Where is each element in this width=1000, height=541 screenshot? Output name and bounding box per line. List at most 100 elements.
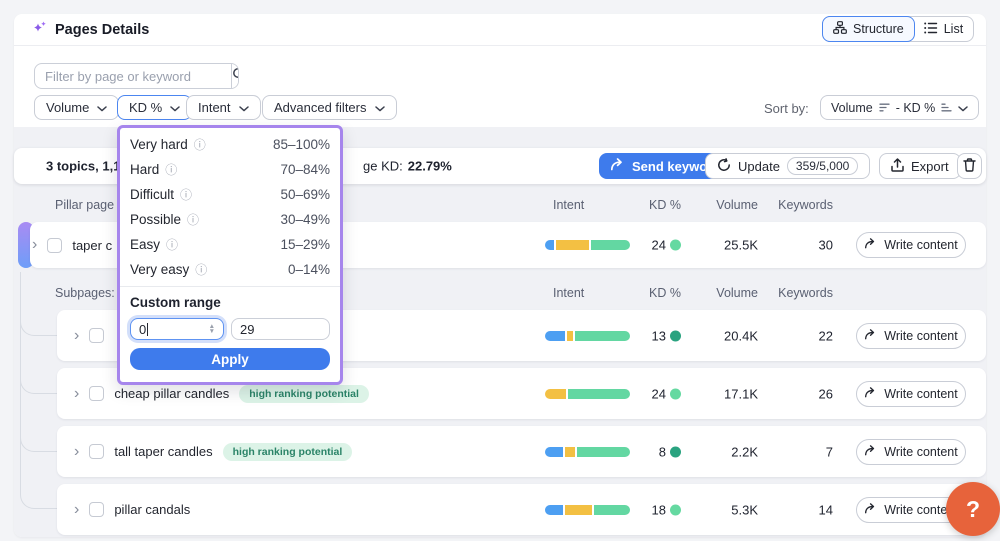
kd-filter-button[interactable]: KD % (117, 95, 193, 120)
chevron-right-icon[interactable]: › (74, 443, 79, 460)
kd-value: 8 (658, 444, 666, 459)
kd-max-input[interactable]: 29 (231, 318, 330, 340)
export-button[interactable]: Export (879, 153, 961, 179)
keywords-column-header: Keywords (778, 198, 833, 212)
subpage-row-title: pillar candals (114, 502, 191, 517)
update-quota-badge: 359/5,000 (786, 157, 859, 175)
keywords-value: 22 (818, 328, 833, 343)
intent-bar (545, 446, 630, 457)
search-button[interactable] (231, 64, 238, 88)
search-input[interactable] (35, 64, 231, 88)
custom-range-label: Custom range (130, 295, 221, 310)
page-title-text: Pages Details (55, 22, 150, 38)
chevron-right-icon[interactable]: › (74, 501, 79, 518)
view-toggle: Structure List (822, 16, 975, 42)
intent-bar (545, 388, 630, 399)
kd-option-hard[interactable]: Hard ⓘ 70–84% (130, 157, 330, 182)
chevron-down-icon (374, 100, 385, 115)
intent-bar (545, 330, 630, 341)
subpages-label: Subpages: (55, 286, 115, 300)
subpage-row: › pillar candals 18 5.3K 14 Write conten… (0, 484, 1000, 535)
chevron-right-icon[interactable]: › (32, 237, 37, 253)
question-mark-icon: ? (965, 495, 981, 522)
page-title: Pages Details (32, 20, 149, 40)
volume-value: 17.1K (724, 386, 758, 401)
keywords-column-header: Keywords (778, 286, 833, 300)
row-checkbox[interactable] (89, 386, 105, 401)
kd-column-header: KD % (649, 198, 681, 212)
volume-filter-label: Volume (46, 100, 90, 115)
keywords-value: 30 (818, 237, 833, 253)
intent-column-header: Intent (553, 198, 585, 212)
kd-dot (670, 330, 681, 341)
kd-option-very-hard[interactable]: Very hard ⓘ 85–100% (130, 132, 330, 157)
list-view-button[interactable]: List (914, 17, 973, 41)
update-button[interactable]: Update 359/5,000 (705, 153, 871, 179)
kd-dot (670, 388, 681, 399)
row-checkbox[interactable] (47, 237, 63, 253)
write-content-button[interactable]: Write content (856, 322, 966, 349)
advanced-filters-button[interactable]: Advanced filters (262, 95, 397, 120)
info-icon: ⓘ (165, 163, 178, 177)
kd-option-label: Hard (130, 162, 160, 177)
info-icon: ⓘ (195, 263, 208, 277)
info-icon: ⓘ (187, 213, 200, 227)
sort-lines-icon (879, 101, 890, 115)
kd-column-header: KD % (649, 286, 681, 300)
kd-filter-dropdown-panel: Very hard ⓘ 85–100% Hard ⓘ 70–84% Difficul… (117, 125, 343, 385)
write-content-label: Write content (884, 328, 958, 343)
row-checkbox[interactable] (89, 502, 105, 517)
curved-arrow-icon (864, 328, 877, 343)
upload-icon (891, 157, 904, 175)
row-checkbox[interactable] (89, 444, 105, 459)
kd-option-range: 85–100% (272, 137, 330, 152)
sort-by-label: Sort by: (764, 101, 809, 116)
intent-filter-label: Intent (198, 100, 231, 115)
average-kd: ge KD: 22.79% (363, 159, 452, 174)
intent-bar (545, 504, 630, 515)
kd-value: 18 (651, 502, 666, 517)
kd-value: 24 (651, 386, 666, 401)
kd-option-difficult[interactable]: Difficult ⓘ 50–69% (130, 182, 330, 207)
subpage-row-card[interactable] (57, 484, 986, 535)
kd-min-input[interactable]: 0 ▲ ▼ (130, 318, 224, 340)
kd-option-range: 15–29% (280, 237, 330, 252)
export-label: Export (911, 158, 949, 174)
delete-button[interactable] (957, 153, 982, 179)
sort-field-2: - KD % (895, 100, 936, 115)
sort-field-1: Volume (831, 100, 873, 115)
volume-filter-button[interactable]: Volume (34, 95, 120, 120)
help-button[interactable]: ? (946, 482, 1000, 536)
chevron-right-icon[interactable]: › (74, 385, 79, 402)
write-content-button[interactable]: Write content (856, 232, 966, 258)
row-checkbox[interactable] (89, 328, 105, 343)
chevron-down-icon (958, 101, 969, 115)
number-stepper[interactable]: ▲ ▼ (209, 323, 215, 335)
volume-value: 20.4K (724, 328, 758, 343)
kd-max-value: 29 (240, 321, 255, 337)
kd-option-range: 70–84% (280, 162, 330, 177)
kd-min-value: 0 (139, 321, 147, 337)
curved-arrow-icon (864, 444, 877, 459)
average-kd-value: 22.79% (407, 158, 452, 174)
write-content-button[interactable]: Write content (856, 438, 966, 465)
ranking-potential-badge: high ranking potential (222, 442, 353, 461)
intent-filter-button[interactable]: Intent (186, 95, 261, 120)
sort-by-dropdown[interactable]: Volume - KD % (820, 95, 980, 120)
kd-option-range: 0–14% (287, 262, 330, 277)
update-label: Update (738, 158, 780, 174)
kd-value: 24 (651, 237, 666, 253)
intent-bar (545, 240, 630, 250)
pages-details-screen: Pages Details Structure List Volume KD % (0, 0, 1000, 541)
apply-button[interactable]: Apply (130, 348, 330, 370)
write-content-button[interactable]: Write content (856, 380, 966, 407)
kd-option-very-easy[interactable]: Very easy ⓘ 0–14% (130, 257, 330, 282)
volume-value: 2.2K (731, 444, 758, 459)
sparkles-icon (32, 20, 48, 40)
kd-value: 13 (651, 328, 666, 343)
chevron-right-icon[interactable]: › (74, 327, 79, 344)
kd-option-easy[interactable]: Easy ⓘ 15–29% (130, 232, 330, 257)
structure-label: Structure (853, 22, 904, 36)
kd-option-possible[interactable]: Possible ⓘ 30–49% (130, 207, 330, 232)
structure-view-button[interactable]: Structure (822, 16, 915, 42)
